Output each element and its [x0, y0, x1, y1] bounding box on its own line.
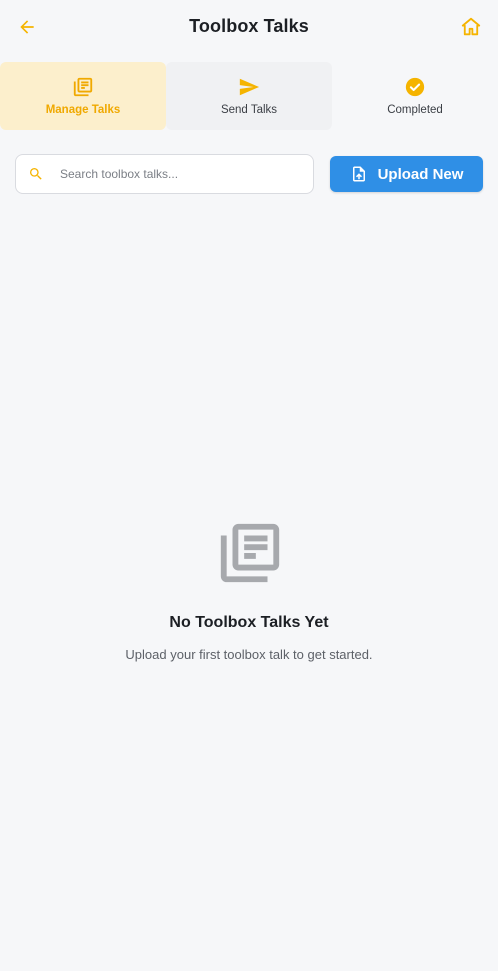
arrow-back-icon [20, 20, 34, 34]
tab-manage-talks[interactable]: Manage Talks [0, 62, 166, 130]
library-books-icon [220, 523, 280, 583]
empty-state-subtitle: Upload your first toolbox talk to get st… [125, 647, 373, 662]
check-circle-icon [405, 77, 425, 97]
search-box[interactable] [15, 154, 314, 194]
back-button[interactable] [14, 14, 40, 40]
page-title: Toolbox Talks [189, 15, 309, 36]
home-icon [461, 17, 481, 36]
search-icon [28, 166, 44, 182]
empty-state-title: No Toolbox Talks Yet [169, 614, 329, 631]
app-header: Toolbox Talks [0, 0, 498, 52]
tab-bar: Manage Talks Send Talks Completed [0, 62, 498, 130]
home-button[interactable] [458, 14, 484, 40]
upload-new-button[interactable]: Upload New [330, 156, 483, 192]
tab-label: Completed [387, 104, 443, 116]
tab-label: Send Talks [220, 104, 278, 116]
app-screen: Toolbox Talks Manage Talks Send Talks Co… [0, 0, 498, 971]
tab-send-talks[interactable]: Send Talks [166, 62, 332, 130]
library-books-icon [73, 77, 93, 97]
tab-label: Manage Talks [45, 104, 121, 116]
empty-state: No Toolbox Talks Yet Upload your first t… [0, 518, 498, 662]
upload-label: Upload New [377, 165, 464, 183]
tab-completed[interactable]: Completed [332, 62, 498, 130]
send-icon [239, 78, 260, 96]
search-input[interactable] [60, 167, 290, 181]
upload-file-icon [350, 165, 368, 183]
